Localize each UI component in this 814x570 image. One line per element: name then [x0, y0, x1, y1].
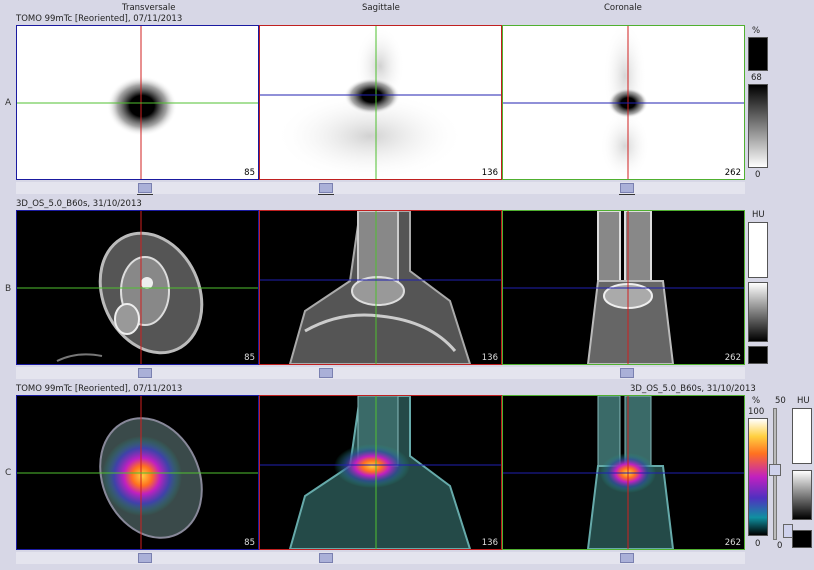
panel-a-coronale[interactable]: 262	[502, 25, 745, 180]
row-a-label: A	[5, 98, 12, 108]
panel-c-transversale[interactable]: 85	[16, 395, 259, 550]
c-colorbar[interactable]	[748, 418, 768, 536]
slider-handle[interactable]	[138, 183, 152, 193]
panel-c-coronale[interactable]: 262	[502, 395, 745, 550]
b-scale-top-block	[748, 222, 768, 278]
a-colorbar[interactable]	[748, 84, 768, 168]
slider-handle[interactable]	[138, 368, 152, 378]
slice-number-c-coronale: 262	[724, 538, 741, 548]
scroll-b-sagittale[interactable]	[259, 367, 502, 379]
c-blend-max-value: 50	[775, 396, 786, 406]
c-scale-max-value: 100	[748, 407, 765, 417]
b-colorbar[interactable]	[748, 282, 768, 342]
slice-number-b-coronale: 262	[724, 353, 741, 363]
a-scale-max-value: 68	[751, 73, 762, 83]
slice-number-a-coronale: 262	[724, 168, 741, 178]
b-coronale-ct-image	[503, 211, 744, 364]
slider-handle[interactable]	[319, 553, 333, 563]
panel-a-sagittale[interactable]: 136	[259, 25, 502, 180]
b-scale-bottom-block	[748, 346, 768, 364]
slice-number-a-transversale: 85	[244, 168, 255, 178]
scroll-c-coronale[interactable]	[502, 552, 745, 564]
slider-handle[interactable]	[319, 368, 333, 378]
b-scale-unit: HU	[752, 210, 765, 220]
c-scale-unit: %	[752, 396, 761, 406]
c-blend-slider-handle[interactable]	[769, 464, 781, 476]
header-transversale: Transversale	[122, 3, 176, 13]
a-transversale-image	[17, 26, 258, 179]
slider-handle[interactable]	[620, 183, 634, 193]
slider-handle[interactable]	[620, 553, 634, 563]
panel-c-sagittale[interactable]: 136	[259, 395, 502, 550]
a-scale-min-value: 0	[755, 170, 761, 180]
c-hu-top-block	[792, 408, 812, 464]
scroll-b-coronale[interactable]	[502, 367, 745, 379]
slider-handle[interactable]	[319, 183, 333, 193]
row-c-label: C	[5, 468, 12, 478]
c-sagittale-fusion-image	[260, 396, 501, 549]
scroll-c-transversale[interactable]	[16, 552, 259, 564]
slice-number-c-transversale: 85	[244, 538, 255, 548]
scroll-c-sagittale[interactable]	[259, 552, 502, 564]
panel-b-sagittale[interactable]: 136	[259, 210, 502, 365]
scroll-a-transversale[interactable]	[16, 182, 259, 195]
scroll-a-coronale[interactable]	[502, 182, 745, 195]
c-hu-colorbar[interactable]	[792, 470, 812, 520]
a-scale-top-block	[748, 37, 768, 71]
slider-handle[interactable]	[138, 553, 152, 563]
a-coronale-image	[503, 26, 744, 179]
panel-a-transversale[interactable]: 85	[16, 25, 259, 180]
slider-handle[interactable]	[620, 368, 634, 378]
header-sagittale: Sagittale	[362, 3, 400, 13]
slice-number-b-transversale: 85	[244, 353, 255, 363]
header-coronale: Coronale	[604, 3, 642, 13]
scroll-a-sagittale[interactable]	[259, 182, 502, 195]
row-c-series-label-right: 3D_OS_5.0_B60s, 31/10/2013	[630, 384, 756, 394]
b-sagittale-ct-image	[260, 211, 501, 364]
c-scale-min-value: 0	[755, 539, 761, 549]
row-b-label: B	[5, 284, 12, 294]
c-hu-bottom-block	[792, 530, 812, 548]
row-a-series-label: TOMO 99mTc [Reoriented], 07/11/2013	[16, 14, 183, 24]
row-c-series-label: TOMO 99mTc [Reoriented], 07/11/2013	[16, 384, 183, 394]
panel-b-transversale[interactable]: 85	[16, 210, 259, 365]
c-coronale-fusion-image	[503, 396, 744, 549]
b-transversale-ct-image	[17, 211, 258, 364]
panel-b-coronale[interactable]: 262	[502, 210, 745, 365]
a-scale-unit: %	[752, 26, 761, 36]
c-blend-min-value: 0	[777, 541, 783, 551]
scroll-b-transversale[interactable]	[16, 367, 259, 379]
slice-number-a-sagittale: 136	[481, 168, 498, 178]
a-sagittale-image	[260, 26, 501, 179]
slice-number-c-sagittale: 136	[481, 538, 498, 548]
slice-number-b-sagittale: 136	[481, 353, 498, 363]
c-transversale-fusion-image	[17, 396, 258, 549]
c-hu-unit: HU	[797, 396, 810, 406]
row-b-series-label: 3D_OS_5.0_B60s, 31/10/2013	[16, 199, 142, 209]
